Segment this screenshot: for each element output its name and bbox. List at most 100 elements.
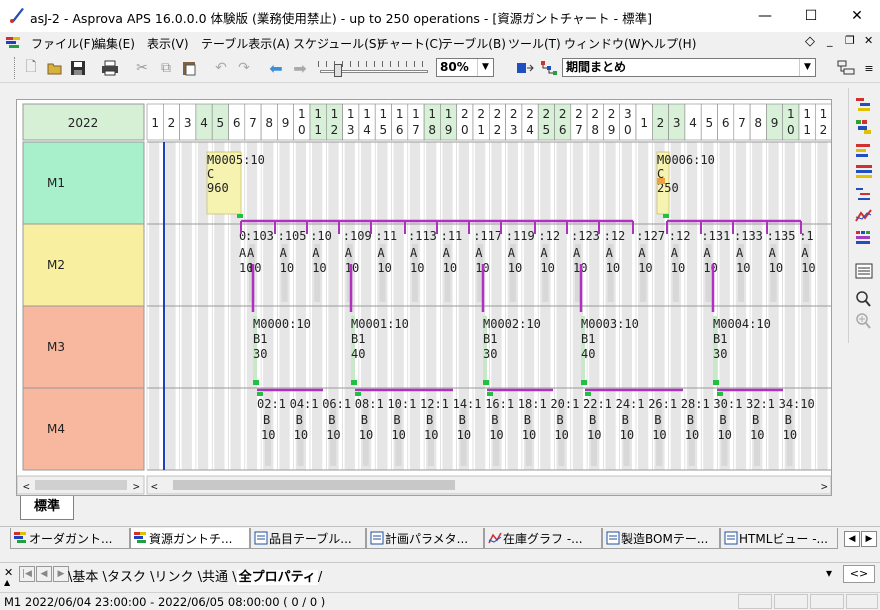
zoom-slider[interactable]: [318, 58, 430, 78]
menu-tools[interactable]: ツール(T): [508, 35, 561, 52]
day-label: 6: [559, 123, 567, 137]
close-button[interactable]: ✕: [834, 0, 880, 32]
minimize-button[interactable]: —: [742, 0, 788, 32]
mdi-minimize-button[interactable]: _: [827, 34, 833, 47]
day-label: 2: [591, 107, 599, 121]
gantt-canvas[interactable]: 2022M1M2M3M41 2 3 4 5 6 7 8 91011121314151617181…: [17, 100, 831, 495]
resource-cell[interactable]: [22, 387, 145, 471]
paste-icon[interactable]: [178, 57, 200, 79]
color-bars-icon[interactable]: [854, 118, 874, 136]
operation-code: :12: [604, 229, 626, 243]
resource-gantt-chart[interactable]: 2022 M1 M2 M3 M4 1 2 3 4 5 6 7 8 9 1 0 1 1 1 2 1 3 1 4 1 5 1 6 1 7 1 8 1…: [16, 99, 832, 496]
day-label: 1: [314, 107, 322, 121]
menu-schedule[interactable]: スケジュール(S): [293, 35, 381, 52]
gantt-insert-icon[interactable]: [514, 57, 536, 79]
operation-item: B: [654, 413, 661, 427]
doc-tab-order-gantt[interactable]: オーダガント...: [10, 528, 130, 549]
menu-help[interactable]: ヘルプ(H): [642, 35, 696, 52]
operation-item: A: [801, 246, 809, 260]
day-label: 1: [787, 107, 795, 121]
zoom-out-icon[interactable]: [854, 312, 874, 330]
table-grid-icon[interactable]: [854, 229, 874, 247]
toolbar-overflow-icon[interactable]: ≡: [858, 57, 880, 79]
mdi-restore-button[interactable]: ❐: [845, 34, 855, 47]
operation-item: B: [785, 413, 792, 427]
day-label: 1: [412, 107, 420, 121]
doc-tab-label: 品目テーブル...: [269, 532, 352, 546]
operation-item: B1: [351, 332, 365, 346]
resource-cell[interactable]: [22, 305, 145, 389]
copy-icon[interactable]: ⧉: [155, 57, 177, 79]
menu-view[interactable]: 表示(V): [147, 35, 189, 52]
day-label: 2: [168, 116, 176, 130]
left-hscroll-thumb[interactable]: [35, 480, 127, 490]
forward-arrow-icon[interactable]: ➡: [289, 57, 311, 79]
tree-view-icon[interactable]: [538, 57, 560, 79]
save-icon[interactable]: [67, 57, 89, 79]
resource-cell[interactable]: [22, 223, 145, 307]
undo-icon[interactable]: ↶: [210, 57, 232, 79]
line-graph-icon[interactable]: [854, 207, 874, 225]
prop-first-button[interactable]: |◀: [19, 566, 35, 582]
new-file-icon[interactable]: 🗋: [20, 57, 42, 79]
list-view-icon[interactable]: [854, 262, 874, 280]
tab-scroll-right-button[interactable]: ▶: [861, 531, 877, 547]
chevron-down-icon[interactable]: ▼: [799, 59, 815, 76]
operation-code: :11: [441, 229, 463, 243]
zoom-in-icon[interactable]: [854, 290, 874, 308]
zoom-combo[interactable]: 80% ▼: [436, 58, 494, 77]
day-label: 4: [689, 116, 697, 130]
operation-item: B: [393, 413, 400, 427]
gantt-tab-icon: [14, 532, 26, 543]
menu-window[interactable]: ウィンドウ(W): [564, 35, 645, 52]
prop-dropdown-icon[interactable]: ▾: [826, 566, 832, 580]
day-label: 4: [200, 116, 208, 130]
prop-tab-link[interactable]: リンク: [154, 570, 193, 585]
tab-scroll-left-button[interactable]: ◀: [844, 531, 860, 547]
operation-qty: 10: [508, 261, 522, 275]
doc-tab-resource-gantt[interactable]: 資源ガントチ...: [130, 528, 250, 549]
status-pane: [738, 594, 772, 609]
day-label: 0: [624, 123, 632, 137]
bar-chart-icon[interactable]: [854, 96, 874, 114]
prop-tab-task[interactable]: タスク: [107, 570, 146, 585]
back-arrow-icon[interactable]: ⬅: [265, 57, 287, 79]
resource-cell[interactable]: [22, 141, 145, 225]
open-folder-icon[interactable]: [44, 57, 66, 79]
menu-table[interactable]: テーブル(B): [441, 35, 506, 52]
prop-prev-button[interactable]: ◀: [36, 566, 52, 582]
day-label: 2: [543, 107, 551, 121]
menu-chart[interactable]: チャート(C): [377, 35, 443, 52]
layout-icon[interactable]: [835, 57, 857, 79]
stack-bars-icon[interactable]: [854, 163, 874, 181]
prop-tab-common[interactable]: 共通: [202, 570, 228, 585]
maximize-button[interactable]: ☐: [788, 0, 834, 32]
period-combo[interactable]: 期間まとめ ▼: [562, 58, 816, 77]
cut-icon[interactable]: ✂: [131, 57, 153, 79]
pin-icon[interactable]: ▲: [4, 578, 10, 587]
print-icon[interactable]: [99, 57, 121, 79]
operation-item: A: [345, 246, 353, 260]
redo-icon[interactable]: ↷: [233, 57, 255, 79]
menu-file[interactable]: ファイル(F): [31, 35, 95, 52]
gantt-lines-icon[interactable]: [854, 185, 874, 203]
prop-tab-basic[interactable]: 基本: [72, 570, 98, 585]
sheet-tab-standard[interactable]: 標準: [20, 496, 74, 520]
operation-qty: 10: [391, 428, 405, 442]
day-label: 7: [575, 123, 583, 137]
operation-item: A: [508, 246, 516, 260]
table-tab-icon: [606, 531, 620, 545]
mdi-close-button[interactable]: ✕: [864, 34, 873, 47]
main-hscroll-thumb[interactable]: [173, 480, 455, 490]
zoom-slider-thumb[interactable]: [334, 64, 342, 77]
menu-edit[interactable]: 編集(E): [94, 35, 135, 52]
eraser-icon[interactable]: ◇: [805, 34, 815, 49]
expand-collapse-button[interactable]: <>: [843, 565, 875, 583]
order-bars-icon[interactable]: [854, 141, 874, 159]
chevron-down-icon[interactable]: ▼: [477, 59, 493, 76]
prop-tab-all[interactable]: 全プロパティ: [236, 570, 318, 585]
menu-table-view[interactable]: テーブル表示(A): [201, 35, 290, 52]
day-label: 6: [722, 116, 730, 130]
operation-code: :119: [506, 229, 535, 243]
day-label: 7: [738, 116, 746, 130]
